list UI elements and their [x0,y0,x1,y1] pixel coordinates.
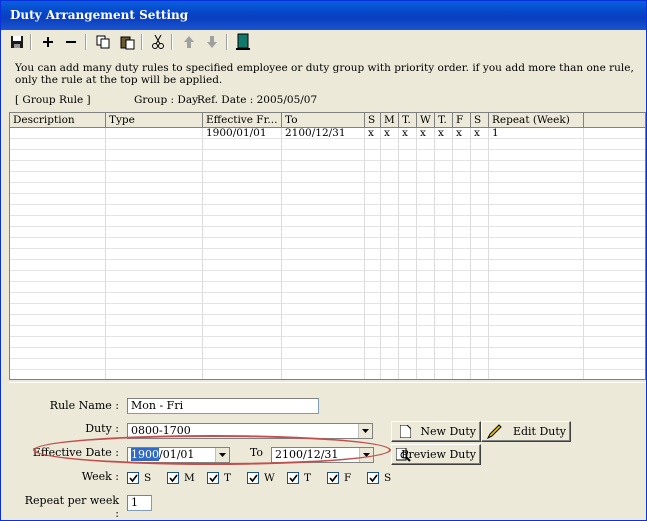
effective-from-select[interactable]: 1900/01/01 [127,447,230,463]
chevron-down-icon[interactable] [215,448,229,462]
grid-header-filler [584,113,645,128]
grid-header-cell[interactable]: T. [435,113,453,128]
day-checkbox[interactable] [167,472,179,484]
add-icon[interactable] [38,32,58,52]
grid-column-line [202,128,203,379]
table-cell: x [474,127,480,139]
day-label: S [144,472,152,484]
save-icon[interactable] [7,32,27,52]
paste-icon[interactable] [117,32,137,52]
day-checkbox[interactable] [247,472,259,484]
day-checkbox[interactable] [327,472,339,484]
day-checkbox[interactable] [287,472,299,484]
grid-column-line [380,128,381,379]
duty-label: Duty : [85,422,119,435]
repeat-per-week-label: Repeat per week : [24,494,119,520]
rule-name-label: Rule Name : [49,399,119,412]
group-label: Group : Day [134,94,199,106]
day-label: T [224,472,232,484]
week-label: Week : [81,470,119,483]
grid-header-cell[interactable]: W [417,113,435,128]
grid-column-line [583,128,584,379]
effective-to-select[interactable]: 2100/12/31 [271,447,374,463]
repeat-per-week-input[interactable]: 1 [127,495,152,511]
table-cell: x [368,127,374,139]
grid-header-cell[interactable]: Type [106,113,203,128]
table-cell [106,128,109,139]
day-label: S [384,472,392,484]
day-checkbox[interactable] [207,472,219,484]
document-icon [399,424,412,441]
grid-header-cell[interactable]: Repeat (Week) [489,113,584,128]
group-rule-label: [ Group Rule ] [15,94,91,106]
table-cell: x [384,127,390,139]
duty-arrangement-window: Duty Arrangement Setting You can add man… [0,0,647,521]
window-title: Duty Arrangement Setting [1,1,646,30]
preview-duty-button[interactable]: Preview Duty [391,444,481,465]
day-checkbox[interactable] [127,472,139,484]
grid-header-cell[interactable]: Effective Fr... [203,113,282,128]
cut-icon[interactable] [148,32,168,52]
grid-header-cell[interactable]: Description [10,113,106,128]
grid-header-cell[interactable]: M [381,113,399,128]
chevron-down-icon[interactable] [359,448,373,462]
to-label: To [249,446,263,459]
remove-icon[interactable] [61,32,81,52]
rule-name-input[interactable]: Mon - Fri [127,398,319,414]
day-label: W [264,472,275,484]
info-text: You can add many duty rules to specified… [15,62,634,86]
table-cell: 1900/01/01 [206,127,267,139]
grid-header-cell[interactable]: To [282,113,365,128]
exit-door-icon[interactable] [233,32,253,52]
grid-header-cell[interactable]: F [453,113,471,128]
arrow-down-icon[interactable] [202,32,222,52]
table-cell: x [438,127,444,139]
grid-column-line [105,128,106,379]
rules-grid[interactable]: Description Type Effective Fr... To S M T. W T. F… [9,112,646,380]
table-cell: 2100/12/31 [285,127,346,139]
grid-header-cell[interactable]: S [471,113,489,128]
copy-icon[interactable] [93,32,113,52]
grid-column-line [281,128,282,379]
table-cell: x [456,127,462,139]
day-label: F [344,472,352,484]
table-cell [10,128,13,139]
chevron-down-icon[interactable] [358,424,372,438]
edit-duty-button[interactable]: Edit Duty [481,421,571,442]
grid-column-line [364,128,365,379]
effective-date-label: Effective Date : [32,446,119,459]
table-cell: x [420,127,426,139]
grid-column-line [416,128,417,379]
day-label: M [184,472,195,484]
ref-date-label: Ref. Date : 2005/05/07 [197,94,318,106]
grid-column-line [398,128,399,379]
grid-column-line [434,128,435,379]
toolbar [3,31,644,53]
pencil-icon [486,424,502,443]
grid-column-line [470,128,471,379]
table-cell: x [402,127,408,139]
arrow-up-icon[interactable] [179,32,199,52]
duty-select[interactable]: 0800-1700 [127,423,373,439]
grid-header: Description Type Effective Fr... To S M T. W T. F… [10,113,645,128]
table-cell: 1 [492,127,499,139]
day-label: T [304,472,312,484]
new-duty-button[interactable]: New Duty [391,421,481,442]
grid-header-cell[interactable]: S [365,113,381,128]
grid-column-line [488,128,489,379]
day-checkbox[interactable] [367,472,379,484]
grid-column-line [452,128,453,379]
grid-header-cell[interactable]: T. [399,113,417,128]
